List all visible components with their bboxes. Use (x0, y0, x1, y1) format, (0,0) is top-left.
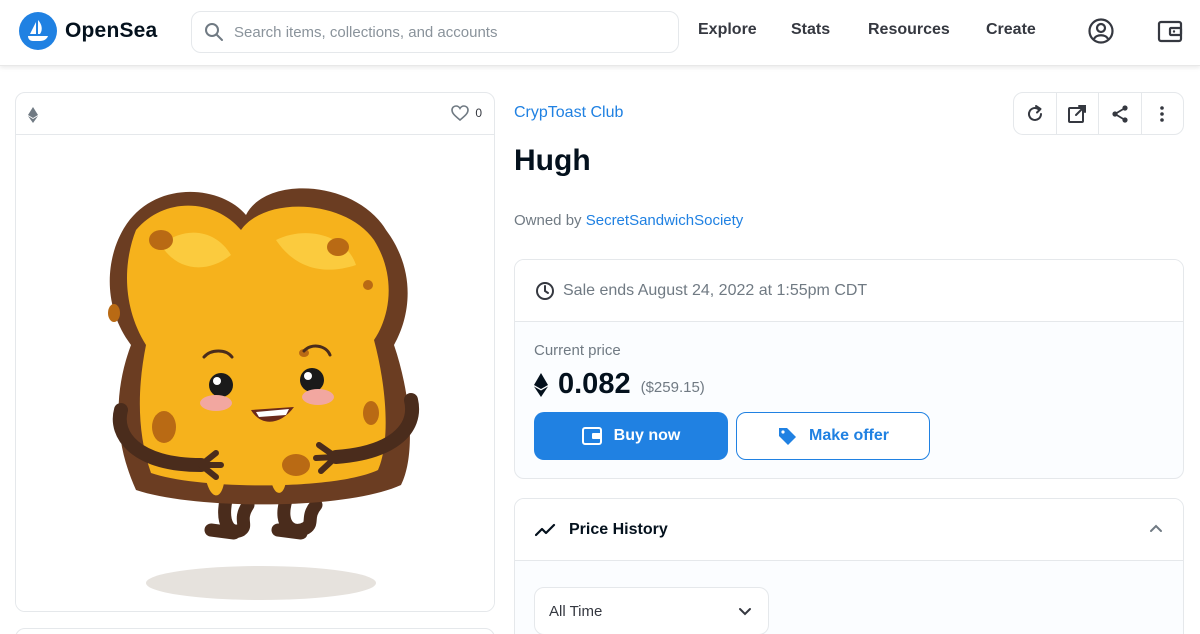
sale-ends-text: Sale ends August 24, 2022 at 1:55pm CDT (563, 281, 868, 299)
refresh-icon (1027, 104, 1042, 121)
owned-by-label: Owned by (514, 212, 582, 229)
trend-line-icon (535, 523, 556, 536)
item-details-card (15, 628, 495, 634)
ethereum-icon (534, 372, 548, 397)
top-header: OpenSea Explore Stats Resources Create (0, 0, 1200, 66)
external-link-button[interactable] (1057, 93, 1099, 134)
wallet-icon (581, 427, 602, 445)
make-offer-label: Make offer (808, 427, 890, 444)
nav-stats[interactable]: Stats (791, 21, 830, 39)
current-price-label: Current price (534, 342, 621, 359)
sale-card: Sale ends August 24, 2022 at 1:55pm CDT … (514, 259, 1184, 479)
chevron-down-icon (739, 608, 751, 616)
buy-now-button[interactable]: Buy now (534, 412, 728, 460)
tag-icon (778, 428, 796, 445)
toast-character-image (108, 188, 420, 600)
refresh-button[interactable] (1014, 93, 1057, 134)
item-actions (1013, 92, 1184, 135)
opensea-logo[interactable]: OpenSea (19, 12, 157, 50)
brand-name: OpenSea (65, 19, 158, 42)
price-usd: ($259.15) (640, 379, 705, 396)
account-icon[interactable] (1087, 17, 1115, 45)
buy-now-label: Buy now (613, 427, 681, 444)
nav-resources[interactable]: Resources (868, 21, 950, 39)
external-link-icon (1068, 104, 1087, 123)
search-input[interactable] (234, 23, 654, 41)
image-card-header: 0 (16, 93, 494, 135)
ethereum-icon (28, 107, 38, 123)
item-title: Hugh (514, 144, 591, 177)
nav-create[interactable]: Create (986, 21, 1036, 39)
clock-icon (536, 281, 554, 300)
price-row: 0.082 ($259.15) (534, 368, 705, 401)
heart-icon (451, 105, 470, 121)
favorite-count: 0 (475, 106, 482, 120)
price-history-title: Price History (569, 520, 668, 538)
price-history-header[interactable]: Price History (515, 499, 1183, 561)
chevron-up-icon[interactable] (1149, 521, 1163, 535)
nft-image-card: 0 (15, 92, 495, 612)
opensea-logo-icon (19, 12, 57, 50)
collection-link[interactable]: CrypToast Club (514, 104, 623, 122)
nav-explore[interactable]: Explore (698, 21, 757, 39)
share-button[interactable] (1099, 93, 1142, 134)
time-range-value: All Time (549, 602, 603, 620)
owner-link[interactable]: SecretSandwichSociety (586, 212, 744, 229)
time-range-select[interactable]: All Time (534, 587, 769, 634)
favorite-button[interactable]: 0 (451, 105, 482, 121)
make-offer-button[interactable]: Make offer (736, 412, 930, 460)
nft-image[interactable] (16, 135, 494, 611)
price-history-card: Price History All Time (514, 498, 1184, 634)
search-box[interactable] (191, 11, 679, 53)
more-button[interactable] (1142, 93, 1184, 134)
wallet-icon[interactable] (1156, 17, 1184, 45)
owner-line: Owned by SecretSandwichSociety (514, 212, 743, 229)
more-icon (1160, 105, 1165, 122)
share-icon (1112, 104, 1128, 123)
search-icon (205, 23, 223, 41)
price-value: 0.082 (558, 368, 631, 400)
sale-ends-row: Sale ends August 24, 2022 at 1:55pm CDT (515, 260, 1183, 322)
